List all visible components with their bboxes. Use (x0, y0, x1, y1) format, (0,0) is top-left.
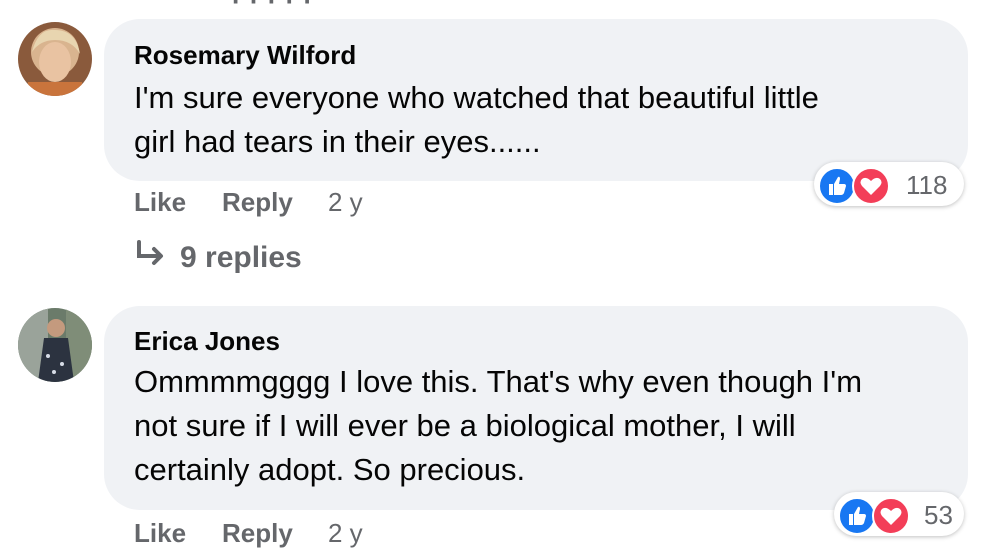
comment-text-line: girl had tears in their eyes...... (134, 124, 541, 159)
avatar[interactable] (18, 22, 92, 96)
reaction-summary[interactable]: 118 (814, 162, 964, 206)
comment-author[interactable]: Rosemary Wilford (134, 40, 356, 71)
love-icon (872, 497, 910, 535)
comment-text-line: certainly adopt. So precious. (134, 452, 526, 487)
like-icon (818, 167, 856, 205)
comment-timestamp[interactable]: 2 y (328, 518, 363, 549)
comment-text-line: Ommmmgggg I love this. That's why even t… (134, 364, 863, 399)
love-icon (852, 167, 890, 205)
like-icon (838, 497, 876, 535)
previous-comment-actions-cut: · · · · · (232, 0, 314, 16)
comment-author[interactable]: Erica Jones (134, 326, 280, 357)
view-replies-link[interactable]: 9 replies (134, 240, 302, 278)
reaction-summary[interactable]: 53 (834, 492, 964, 536)
replies-count-label: 9 replies (180, 240, 302, 274)
comment-text: I'm sure everyone who watched that beaut… (134, 76, 819, 164)
reply-button[interactable]: Reply (222, 187, 293, 218)
avatar[interactable] (18, 308, 92, 382)
comment-actions: Like Reply 2 y (134, 518, 434, 554)
reply-button[interactable]: Reply (222, 518, 293, 549)
comment-text: Ommmmgggg I love this. That's why even t… (134, 360, 862, 492)
comment-actions: Like Reply 2 y (134, 187, 434, 223)
comment-text-line: I'm sure everyone who watched that beaut… (134, 80, 819, 115)
reaction-count: 53 (924, 500, 953, 530)
reply-arrow-icon (134, 240, 168, 278)
comment-text-line: not sure if I will ever be a biological … (134, 408, 796, 443)
like-button[interactable]: Like (134, 518, 186, 549)
comment-timestamp[interactable]: 2 y (328, 187, 363, 218)
like-button[interactable]: Like (134, 187, 186, 218)
reaction-count: 118 (906, 170, 948, 200)
